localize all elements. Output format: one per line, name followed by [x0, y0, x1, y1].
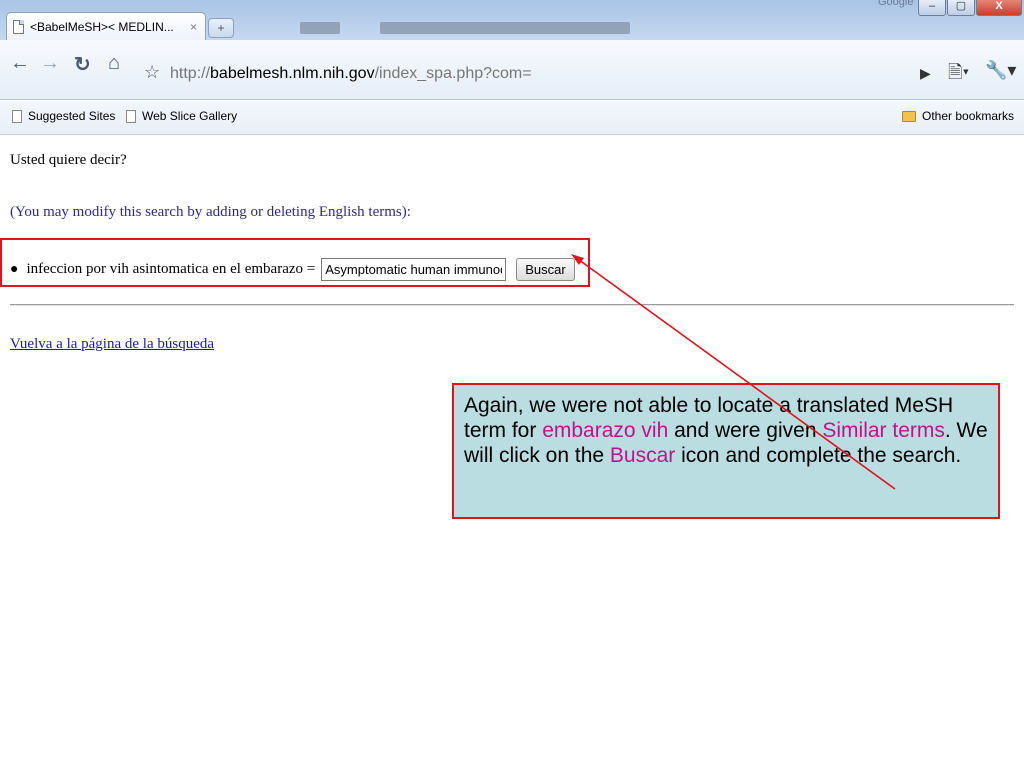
- folder-icon: [902, 110, 916, 122]
- callout-highlight: embarazo vih: [542, 419, 669, 442]
- url-host: babelmesh.nlm.nih.gov: [210, 65, 375, 82]
- bullet: ●: [10, 261, 19, 277]
- divider: [10, 304, 1014, 306]
- page-menu-icon[interactable]: 🗎▾: [948, 60, 969, 90]
- title-bar: Google – ▢ X <BabelMeSH>< MEDLIN... × +: [0, 0, 1024, 40]
- browser-tab[interactable]: <BabelMeSH>< MEDLIN... ×: [6, 12, 206, 40]
- instruction-text: (You may modify this search by adding or…: [10, 204, 411, 220]
- term-row: ● infeccion por vih asintomatica en el e…: [10, 258, 575, 281]
- url-path: /index_spa.php?com=: [374, 65, 532, 82]
- term-input[interactable]: [321, 258, 507, 281]
- forward-arrow-icon[interactable]: →: [40, 52, 60, 75]
- callout-highlight: Similar terms: [822, 419, 945, 442]
- url-field[interactable]: http://babelmesh.nlm.nih.gov/index_spa.p…: [170, 65, 532, 83]
- google-label: Google: [878, 0, 914, 8]
- minimize-button[interactable]: –: [918, 0, 946, 16]
- other-bookmarks-label: Other bookmarks: [922, 109, 1015, 123]
- callout-text: and were given: [668, 419, 823, 442]
- tab-title: <BabelMeSH>< MEDLIN...: [30, 19, 174, 34]
- blurred-region: [380, 22, 630, 34]
- page-icon: [126, 109, 136, 123]
- tab-close-icon[interactable]: ×: [190, 20, 197, 34]
- maximize-button[interactable]: ▢: [947, 0, 975, 16]
- back-arrow-icon[interactable]: ←: [10, 52, 30, 75]
- bookmark-suggested-sites[interactable]: Suggested Sites: [12, 109, 115, 123]
- browser-toolbar: ← → ↻ ⌂ ☆ http://babelmesh.nlm.nih.gov/i…: [0, 40, 1024, 100]
- buscar-button[interactable]: Buscar: [516, 258, 575, 281]
- reload-icon[interactable]: ↻: [74, 52, 91, 77]
- annotation-callout: Again, we were not able to locate a tran…: [452, 383, 1000, 519]
- home-icon[interactable]: ⌂: [108, 52, 120, 75]
- close-window-button[interactable]: X: [976, 0, 1022, 16]
- other-bookmarks[interactable]: Other bookmarks: [902, 109, 1014, 123]
- page-icon: [12, 109, 22, 123]
- back-to-search-link[interactable]: Vuelva a la página de la búsqueda: [10, 336, 214, 353]
- page-icon: [13, 19, 24, 34]
- bookmark-web-slice-gallery[interactable]: Web Slice Gallery: [126, 109, 237, 123]
- bookmark-label: Suggested Sites: [28, 109, 116, 123]
- term-label: infeccion por vih asintomatica en el emb…: [26, 261, 316, 277]
- go-arrow-icon[interactable]: ▶: [920, 65, 931, 82]
- url-prefix: http://: [170, 65, 211, 82]
- wrench-icon[interactable]: 🔧▾: [985, 60, 1016, 81]
- new-tab-button[interactable]: +: [208, 18, 234, 38]
- callout-text: icon and complete the search.: [675, 444, 962, 467]
- bookmark-label: Web Slice Gallery: [142, 109, 238, 123]
- bookmarks-bar: Suggested Sites Web Slice Gallery Other …: [0, 101, 1024, 135]
- blurred-region: [300, 22, 340, 34]
- star-icon[interactable]: ☆: [144, 62, 160, 83]
- page-content: Usted quiere decir? (You may modify this…: [0, 136, 1024, 768]
- window-controls: – ▢ X: [917, 0, 1022, 16]
- question-text: Usted quiere decir?: [10, 152, 127, 168]
- callout-highlight: Buscar: [609, 444, 676, 467]
